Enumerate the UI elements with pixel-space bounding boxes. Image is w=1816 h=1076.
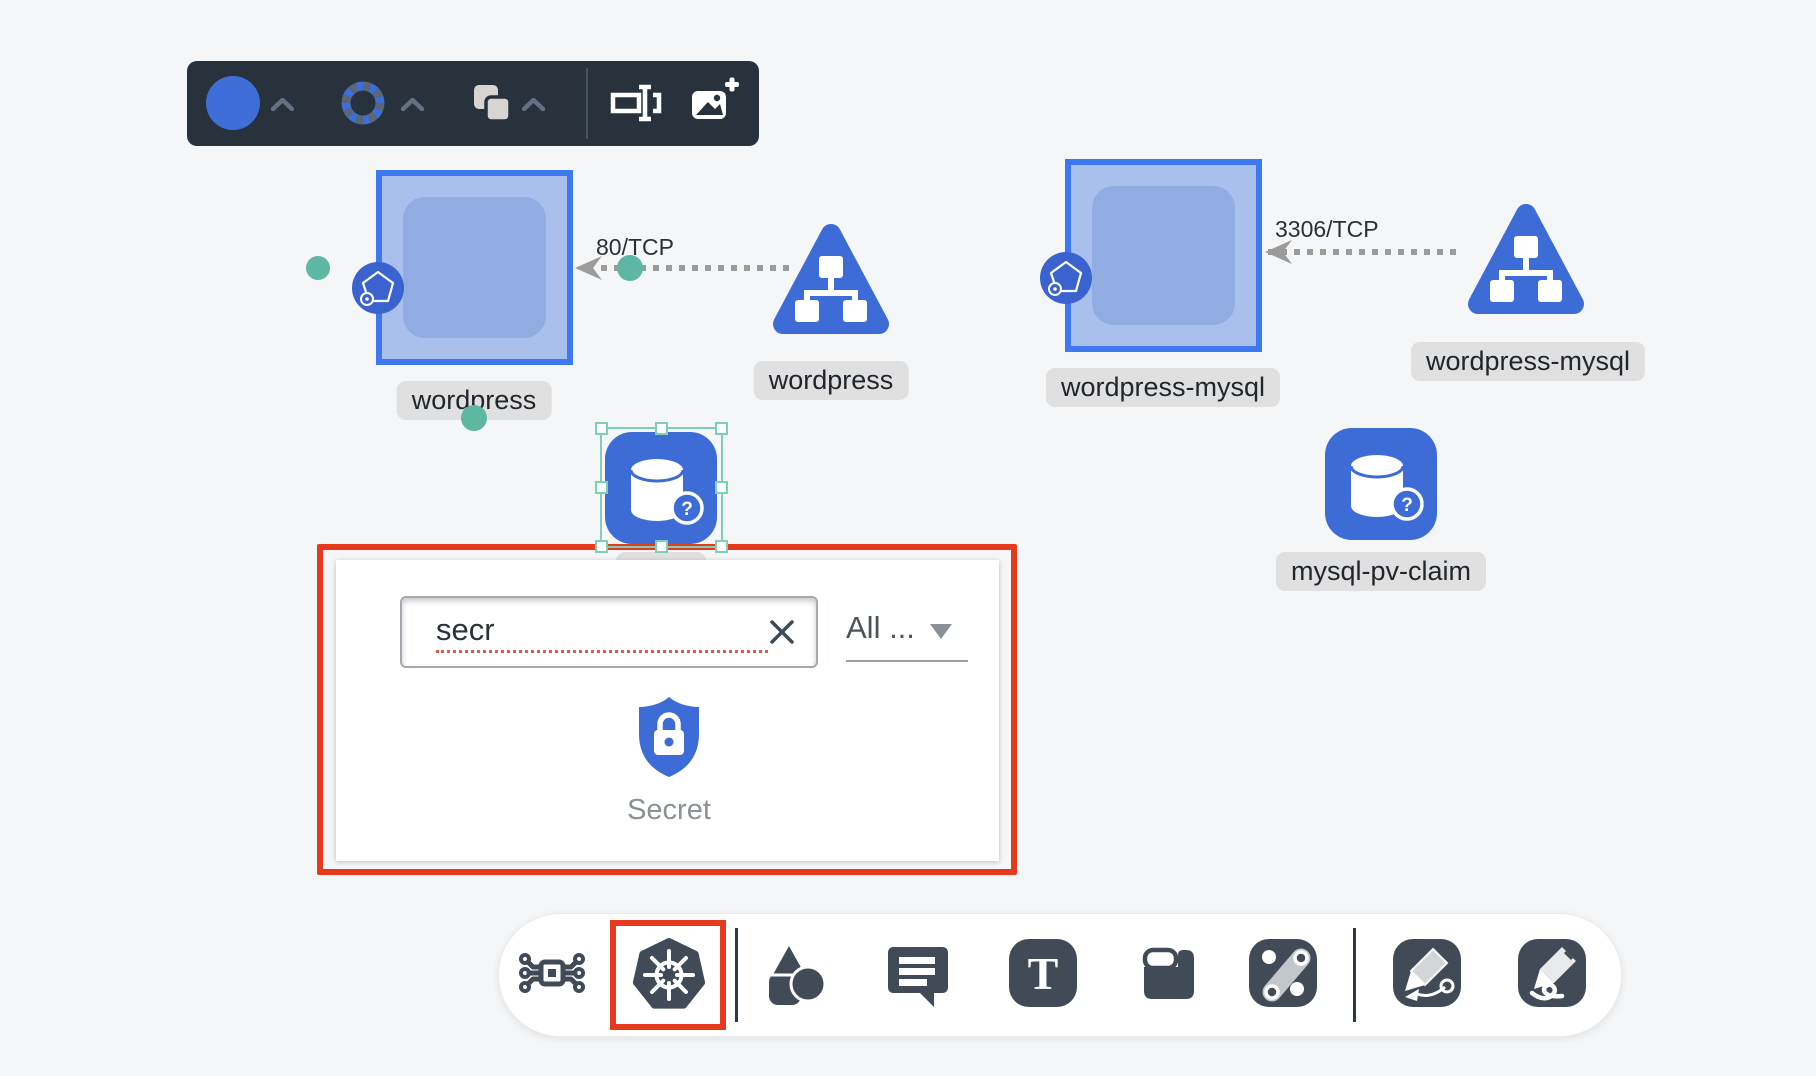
duplicate-expand-button[interactable] [522,98,545,111]
search-query-text: secr [436,612,768,653]
stroke-style-ring-icon [339,79,387,127]
pvc-node-mysql-pv-claim[interactable]: ? [1325,428,1437,540]
toolbar-divider [586,68,588,139]
service-node-wordpress[interactable] [765,212,897,346]
circuit-board-icon[interactable] [516,937,588,1009]
node-label-wordpress-mysql-service[interactable]: wordpress-mysql [1411,342,1645,381]
selection-outline [600,427,723,548]
chain-link-icon[interactable] [1247,937,1319,1009]
connection-handle[interactable] [461,405,487,431]
add-image-icon [684,75,740,131]
text-width-icon [607,75,663,131]
chevron-up-icon [401,98,424,111]
edge-line[interactable] [1268,249,1462,255]
fill-color-button[interactable] [206,76,260,130]
node-label-wordpress-service[interactable]: wordpress [754,361,909,400]
deployment-inner-shape [403,197,546,338]
edge-endpoint-handle[interactable] [617,255,643,281]
fill-color-circle-icon [206,76,260,130]
resize-handle[interactable] [595,422,608,435]
resize-handle[interactable] [655,422,668,435]
style-toolbar [187,61,759,146]
stroke-style-button[interactable] [339,79,387,127]
pod-badge-icon [352,262,404,314]
text-width-button[interactable] [607,75,663,131]
arrowhead-icon [1262,239,1292,265]
pod-badge-icon [1040,252,1092,304]
comment-icon[interactable] [882,937,954,1009]
resize-handle[interactable] [595,481,608,494]
result-secret-label: Secret [627,794,711,827]
pen-connector-icon[interactable] [1391,937,1463,1009]
chevron-up-icon [271,98,294,111]
shapes-icon[interactable] [759,937,831,1009]
chevron-down-icon [930,624,952,639]
toolbar-divider [735,928,738,1022]
duplicate-shapes-icon [470,81,514,125]
resize-handle[interactable] [595,540,608,553]
svg-text:T: T [1028,948,1059,999]
result-secret[interactable] [633,694,705,785]
deployment-inner-shape [1092,186,1235,325]
clear-search-icon[interactable] [768,618,796,646]
fill-color-expand-button[interactable] [271,98,294,111]
deployment-node-wordpress[interactable] [376,170,573,365]
node-label-wordpress-mysql-deployment[interactable]: wordpress-mysql [1046,368,1280,407]
volume-claim-icon: ? [1325,428,1437,540]
toolbar-divider [1353,928,1356,1022]
connection-handle[interactable] [306,256,330,280]
resize-handle[interactable] [655,540,668,553]
filter-dropdown[interactable]: All ... [846,610,915,646]
chevron-up-icon [522,98,545,111]
resize-handle[interactable] [715,481,728,494]
deployment-node-wordpress-mysql[interactable] [1065,159,1262,352]
text-icon[interactable]: T [1007,937,1079,1009]
shape-picker-panel: secr All ... Secret [336,560,999,861]
kubernetes-icon[interactable] [631,937,707,1013]
add-image-button[interactable] [684,75,740,131]
arrowhead-icon [572,255,602,281]
resize-handle[interactable] [715,422,728,435]
frame-icon[interactable] [1132,937,1204,1009]
stroke-style-expand-button[interactable] [401,98,424,111]
resize-handle[interactable] [715,540,728,553]
secret-shield-icon [633,694,705,780]
service-node-wordpress-mysql[interactable] [1460,192,1592,326]
dropdown-underline [846,660,968,662]
duplicate-button[interactable] [470,81,514,125]
node-label-mysql-pv-claim[interactable]: mysql-pv-claim [1276,552,1486,591]
pencil-draw-icon[interactable] [1516,937,1588,1009]
svg-text:?: ? [1401,495,1413,516]
search-input[interactable]: secr [400,596,818,668]
